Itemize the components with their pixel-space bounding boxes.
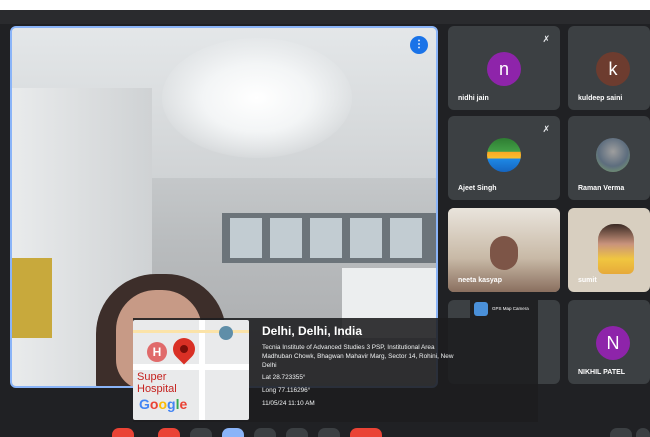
video-window-pane (310, 218, 342, 258)
gps-address-line: Tecnia Institute of Advanced Studies 3 P… (262, 344, 435, 351)
video-window-pane (270, 218, 302, 258)
participant-tile[interactable]: N NIKHIL PATEL (568, 300, 650, 384)
emoji-button[interactable] (286, 428, 308, 437)
map-label: Super (137, 371, 167, 383)
more-options-button[interactable] (318, 428, 340, 437)
gps-datetime: 11/05/24 11:10 AM (262, 400, 315, 407)
participant-name: NIKHIL PATEL (578, 369, 626, 376)
avatar: n (487, 52, 521, 86)
present-button[interactable] (222, 428, 244, 437)
video-window-pane (350, 218, 382, 258)
participant-tile[interactable]: neeta kasyap (448, 208, 560, 292)
raise-hand-button[interactable] (254, 428, 276, 437)
gps-longitude: Long 77.116296° (262, 387, 311, 394)
participant-figure (490, 236, 518, 270)
location-pin-dot (180, 345, 188, 353)
google-logo: Google (139, 396, 188, 412)
map-road (133, 364, 249, 370)
participant-tile[interactable]: Raman Verma (568, 116, 650, 200)
gps-latitude: Lat 28.723355° (262, 374, 306, 381)
participant-name: Ajeet Singh (458, 185, 497, 192)
participant-tile[interactable]: k kuldeep saini (568, 26, 650, 110)
gps-map: H Super Hospital Google (133, 320, 249, 420)
participant-name: Raman Verma (578, 185, 625, 192)
avatar (596, 138, 630, 172)
gps-address-line: Madhuban Chowk, Bhagwan Mahavir Marg, Se… (262, 353, 454, 360)
mic-off-icon: ✗ (542, 124, 550, 134)
participant-name: kuldeep saini (578, 95, 623, 102)
participant-tile[interactable]: ✗ Ajeet Singh (448, 116, 560, 200)
pin-icon[interactable]: ⋮ (410, 36, 428, 54)
gps-app-name: GPS Map Camera (492, 306, 529, 311)
poi-icon (219, 326, 233, 340)
participant-name: sumit (578, 277, 597, 284)
chat-button[interactable] (636, 428, 650, 437)
camera-button[interactable] (158, 428, 180, 437)
avatar (487, 138, 521, 172)
hospital-icon: H (147, 342, 167, 362)
leave-call-button[interactable] (350, 428, 382, 437)
participant-tile[interactable]: sumit (568, 208, 650, 292)
video-ceiling-light (162, 38, 352, 158)
video-window-pane (230, 218, 262, 258)
avatar: N (596, 326, 630, 360)
gps-location-title: Delhi, Delhi, India (262, 324, 363, 338)
mic-off-icon: ✗ (542, 34, 550, 44)
participant-figure (598, 224, 634, 274)
captions-button[interactable] (190, 428, 212, 437)
participant-name: nidhi jain (458, 95, 489, 102)
mic-button[interactable] (112, 428, 134, 437)
meeting-window: ⋮ ✗ n nidhi jain k kuldeep saini ✗ Ajeet… (0, 0, 650, 437)
avatar: k (596, 52, 630, 86)
map-road (199, 320, 205, 420)
map-label: Hospital (137, 383, 177, 395)
video-window-pane (390, 218, 422, 258)
window-header (0, 10, 650, 24)
participant-tile[interactable]: ✗ n nidhi jain (448, 26, 560, 110)
gps-app-icon (474, 302, 488, 316)
gps-address-line: Delhi (262, 362, 277, 369)
info-button[interactable] (610, 428, 632, 437)
participant-name: neeta kasyap (458, 277, 502, 284)
video-equipment (12, 258, 52, 338)
